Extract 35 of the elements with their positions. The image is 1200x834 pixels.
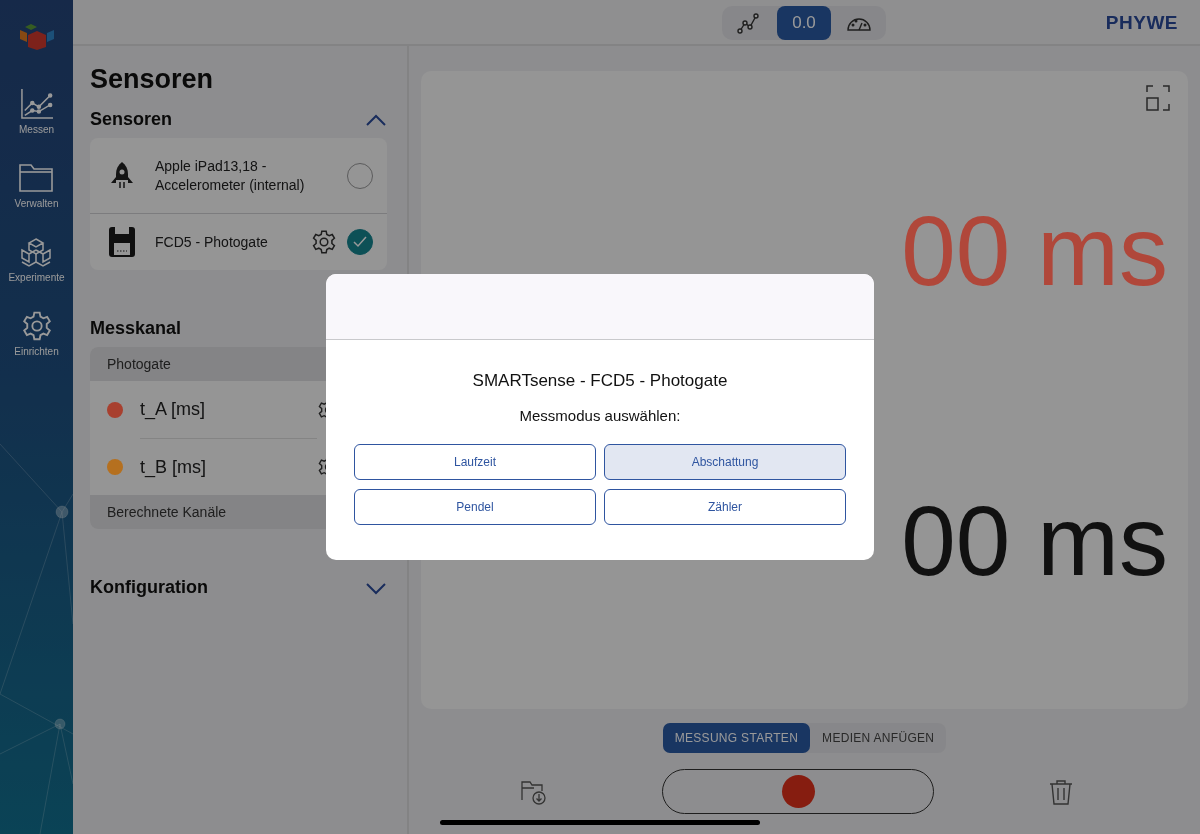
brand-logo: PHYWE	[1105, 12, 1178, 34]
mode-option[interactable]: Pendel	[354, 489, 596, 525]
value-view-tab[interactable]: 0.0	[777, 6, 831, 40]
nav-item[interactable]: Verwalten	[14, 162, 59, 209]
mode-tab[interactable]: MESSUNG STARTEN	[662, 723, 811, 753]
channel-name: t_A [ms]	[140, 399, 206, 420]
settings-icon[interactable]	[311, 229, 337, 255]
dialog-prompt: Messmodus auswählen:	[519, 407, 681, 424]
expand-icon[interactable]	[1146, 85, 1170, 111]
section-title: Messkanal	[90, 318, 182, 339]
folder-download-icon[interactable]	[521, 778, 547, 805]
nav-item[interactable]: Einrichten	[14, 310, 59, 357]
check-icon	[353, 236, 367, 248]
mode-tab[interactable]: MEDIEN ANFÜGEN	[810, 723, 947, 753]
mode-option[interactable]: Zähler	[604, 489, 846, 525]
chevron-icon[interactable]	[365, 580, 387, 595]
measurement-value: 00 ms	[901, 202, 1168, 300]
trash-icon[interactable]	[1049, 778, 1073, 805]
panel-title: Sensoren	[90, 64, 215, 95]
line-chart-icon	[18, 88, 55, 120]
folder-icon	[18, 162, 55, 194]
sensor-checkbox[interactable]	[347, 229, 373, 255]
sensor-name: FCD5 - Photogate	[155, 232, 269, 252]
nav-item[interactable]: Messen	[18, 88, 55, 135]
channel-name: t_B [ms]	[140, 456, 206, 478]
dialog-title: SMARTsense - FCD5 - Photogate	[472, 371, 728, 391]
device-icon	[108, 226, 136, 258]
chevron-icon[interactable]	[365, 112, 387, 127]
section-title: Konfiguration	[90, 577, 208, 598]
nav-item[interactable]: Experimente	[8, 236, 65, 283]
sensor-name: Apple iPad13,18 - Accelerometer (internal)	[155, 156, 306, 195]
measurement-value: 00 ms	[901, 492, 1168, 590]
section-title: Sensoren	[90, 109, 173, 130]
mode-option[interactable]: Abschattung	[604, 444, 846, 480]
mode-option[interactable]: Laufzeit	[354, 444, 596, 480]
